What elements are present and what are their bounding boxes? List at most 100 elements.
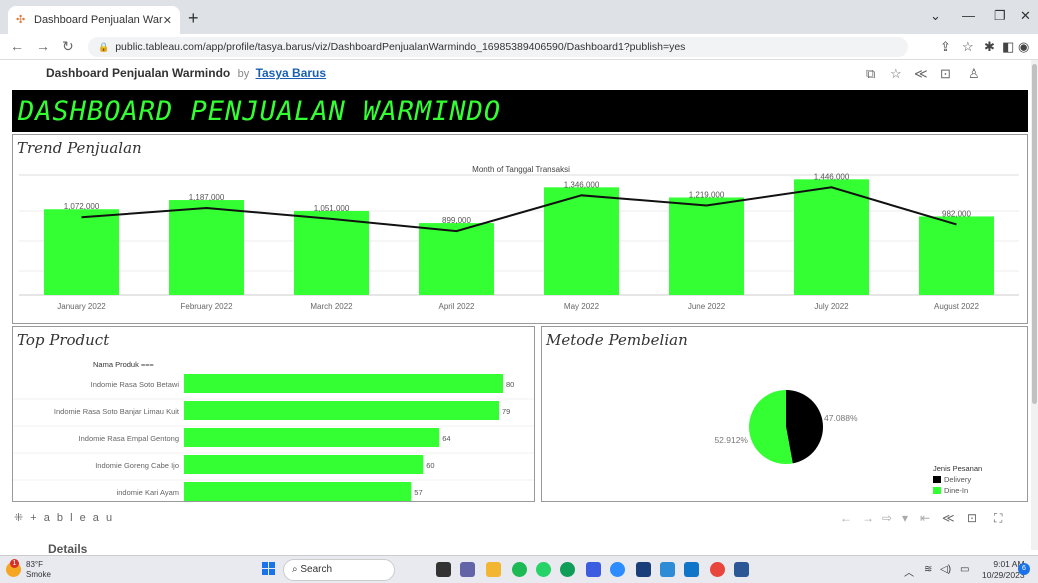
trend-bar <box>419 223 494 295</box>
product-bar <box>184 482 412 501</box>
edge-icon[interactable] <box>560 562 575 577</box>
trend-value-label: 1,187,000 <box>189 193 225 202</box>
bookmark-star-icon[interactable]: ☆ <box>962 39 974 55</box>
product-label: Indomie Goreng Cabe Ijo <box>95 461 179 470</box>
wifi-icon[interactable]: ≋ <box>924 564 932 575</box>
browser-tabstrip: ✣ Dashboard Penjualan Warmindo ✕ + ⌄ — ❐… <box>0 0 1038 34</box>
author-link[interactable]: Tasya Barus <box>256 66 326 80</box>
trend-tick-label: July 2022 <box>814 302 849 311</box>
details-heading: Details <box>48 542 88 556</box>
minimize-icon[interactable]: — <box>962 8 975 23</box>
product-label: Indomie Rasa Soto Banjar Limau Kuit <box>54 407 180 416</box>
notification-badge[interactable]: 6 <box>1018 563 1030 575</box>
undo-icon[interactable]: ← <box>840 511 852 525</box>
product-value-label: 57 <box>414 488 422 497</box>
trend-value-label: 1,446,000 <box>814 172 850 181</box>
product-value-label: 80 <box>506 380 514 389</box>
close-window-icon[interactable]: ✕ <box>1020 8 1031 24</box>
forward-icon[interactable]: → <box>36 38 50 54</box>
copy-icon[interactable]: ⧉ <box>866 66 875 82</box>
browser-tab[interactable]: ✣ Dashboard Penjualan Warmindo ✕ <box>8 6 180 34</box>
vscode-icon[interactable] <box>684 562 699 577</box>
legend-title: Jenis Pesanan <box>933 464 982 473</box>
trend-tick-label: January 2022 <box>57 302 106 311</box>
whatsapp-icon[interactable] <box>536 562 551 577</box>
legend-swatch <box>933 487 941 494</box>
dashboard-title: DASHBOARD PENJUALAN WARMINDO <box>18 96 502 127</box>
viz-by: by <box>237 68 250 80</box>
trend-chart: 1,072,000 January 2022 1,187,000 February 2… <box>19 172 1019 311</box>
viz-title: Dashboard Penjualan Warmindo by Tasya Ba… <box>46 66 326 80</box>
profile-icon[interactable]: ◉ <box>1018 39 1029 55</box>
tableau-toolbar: ⁜ + a b l e a u ← → ⇨ ▾ ⇤ ≪ ⊡ ⛶ <box>12 507 1028 529</box>
app-window: ✣ Dashboard Penjualan Warmindo ✕ + ⌄ — ❐… <box>0 0 1038 583</box>
revert-icon[interactable]: ⇨ <box>882 511 892 525</box>
top-product-chart: Nama Produk ⩶ Indomie Rasa Soto Betawi 80 I… <box>13 360 534 501</box>
tray-chevron-icon[interactable]: ︿ <box>904 564 914 579</box>
battery-icon[interactable]: ▭ <box>960 564 969 575</box>
pause-icon[interactable]: ▾ <box>902 511 908 525</box>
product-bar <box>184 374 503 393</box>
present-icon[interactable]: ⊡ <box>940 66 951 82</box>
top-field-header: Nama Produk ⩶ <box>93 360 155 369</box>
product-bar <box>184 428 440 447</box>
page-scrollbar[interactable] <box>1031 60 1038 550</box>
back-icon[interactable]: ← <box>10 38 24 54</box>
fullscreen-icon[interactable]: ⛶ <box>994 511 1002 526</box>
favorite-icon[interactable]: ☆ <box>890 66 902 82</box>
trend-bar <box>294 210 369 295</box>
reload-icon[interactable]: ↻ <box>62 38 74 55</box>
url-text: public.tableau.com/app/profile/tasya.bar… <box>115 41 686 53</box>
legend-entry: Delivery <box>944 475 971 484</box>
share-icon[interactable]: ⇪ <box>940 39 951 55</box>
trend-tick-label: March 2022 <box>310 302 353 311</box>
store-icon[interactable] <box>586 562 601 577</box>
taskbar-search[interactable]: ⌕ Search <box>283 559 395 581</box>
trend-tick-label: February 2022 <box>180 302 233 311</box>
windows-taskbar: 1 83°F Smoke ⌕ Search ︿ ≋ ◁) ▭ 9:01 AM 1… <box>0 555 1038 583</box>
tableau-logo[interactable]: ⁜ + a b l e a u <box>14 511 114 524</box>
sidepanel-icon[interactable]: ◧ <box>1002 39 1014 55</box>
file-explorer-icon[interactable] <box>486 562 501 577</box>
volume-icon[interactable]: ◁) <box>940 564 951 575</box>
new-tab-icon[interactable]: + <box>188 8 199 29</box>
tab-search-icon[interactable]: ⌄ <box>930 8 941 24</box>
product-bar <box>184 401 500 420</box>
person-icon[interactable]: ♙ <box>968 66 980 82</box>
pie-label: 47.088% <box>824 413 858 423</box>
restore-icon[interactable]: ❐ <box>994 8 1006 24</box>
close-tab-icon[interactable]: ✕ <box>163 14 172 27</box>
product-bar <box>184 455 424 474</box>
spotify-icon[interactable] <box>512 562 527 577</box>
refresh-icon[interactable]: ⇤ <box>920 511 930 525</box>
viz-title-bar: Dashboard Penjualan Warmindo by Tasya Ba… <box>0 60 1030 86</box>
scrollbar-thumb[interactable] <box>1032 64 1037 404</box>
trend-tick-label: August 2022 <box>934 302 979 311</box>
top-product-panel: Top Product Nama Produk ⩶ Indomie Rasa So… <box>12 326 535 502</box>
app-icon[interactable] <box>636 562 651 577</box>
weather-temp: 83°F <box>26 560 43 569</box>
url-field[interactable]: 🔒 public.tableau.com/app/profile/tasya.b… <box>88 37 908 57</box>
chrome-icon[interactable] <box>710 562 725 577</box>
trend-panel: Trend Penjualan Month of Tanggal Transak… <box>12 134 1028 324</box>
todo-icon[interactable] <box>660 562 675 577</box>
taskview-icon[interactable] <box>436 562 451 577</box>
teams-icon[interactable] <box>460 562 475 577</box>
zoom-icon[interactable] <box>610 562 625 577</box>
trend-value-label: 1,072,000 <box>64 202 100 211</box>
metode-chart: 47.088% 52.912% Jenis Pesanan Delivery Dine-… <box>714 390 982 495</box>
weather-widget[interactable]: 83°F Smoke <box>26 560 51 580</box>
tableau-logo-text: + a b l e a u <box>30 512 115 524</box>
word-icon[interactable] <box>734 562 749 577</box>
viz-name: Dashboard Penjualan Warmindo <box>46 66 231 80</box>
share-toolbar-icon[interactable]: ≪ <box>942 511 955 525</box>
comment-icon[interactable]: ⊡ <box>967 511 977 525</box>
share-viz-icon[interactable]: ≪ <box>914 66 928 82</box>
pie-label: 52.912% <box>714 435 748 445</box>
trend-value-label: 899,000 <box>442 216 471 225</box>
windows-start-icon[interactable] <box>262 562 276 576</box>
redo-icon[interactable]: → <box>862 511 874 525</box>
extensions-icon[interactable]: ✱ <box>984 39 995 55</box>
trend-bar <box>794 179 869 295</box>
trend-bar <box>919 216 994 295</box>
